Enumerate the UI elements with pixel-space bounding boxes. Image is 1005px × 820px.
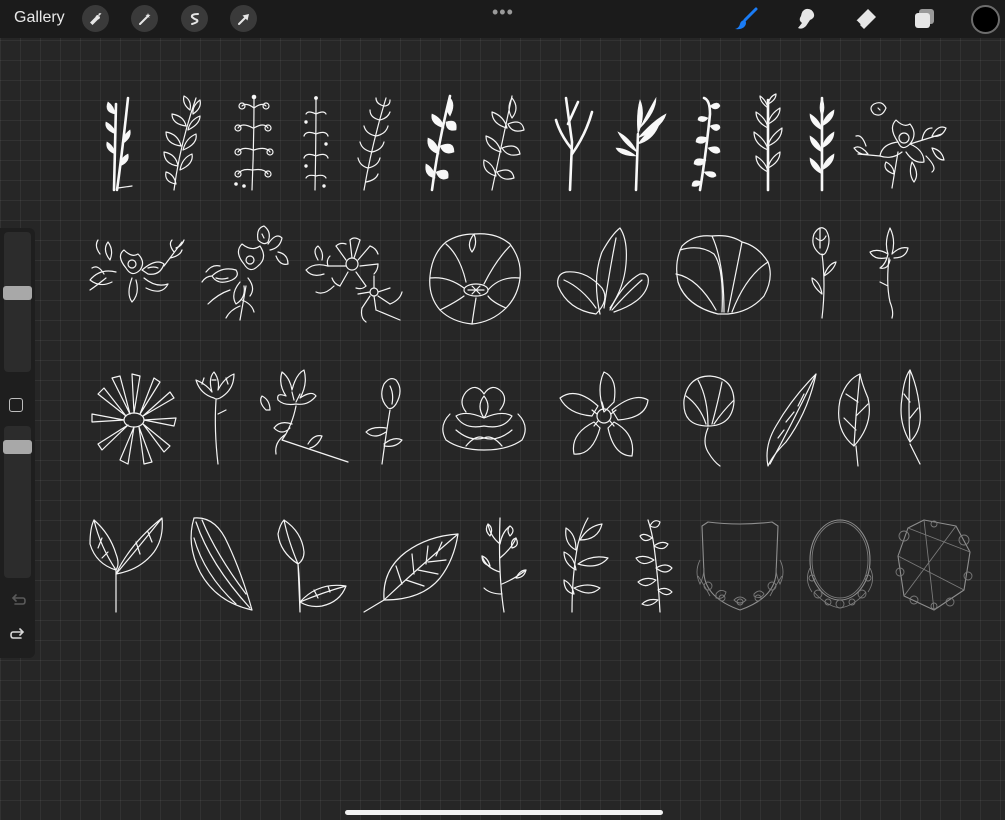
color-swatch[interactable]: [971, 5, 1000, 34]
magic-wand-icon[interactable]: [131, 5, 158, 32]
home-indicator: [345, 810, 663, 815]
tulip-petals-illustration: [557, 227, 649, 315]
eraser-icon[interactable]: [852, 6, 878, 32]
drawing-canvas[interactable]: [0, 38, 1005, 808]
carnation-stem-illustration: [195, 371, 235, 465]
berry-sprig-illustration: [234, 94, 274, 191]
twig-illustration: [554, 96, 594, 192]
top-toolbar: Gallery •••: [0, 0, 1005, 38]
leaf-branch-illustration: [163, 95, 201, 191]
anemone-illustration: [559, 371, 649, 457]
herb-sprig-illustration: [481, 517, 527, 613]
bud-stem-illustration: [365, 378, 403, 465]
magnolia-branch-illustration: [260, 369, 349, 463]
leaf-pair-illustration: [277, 519, 347, 613]
eucalyptus-sprig-illustration: [563, 517, 609, 613]
poppy-bloom-illustration: [429, 233, 521, 325]
gallery-button[interactable]: Gallery: [14, 9, 65, 27]
shield-frame-illustration: [696, 521, 784, 611]
smudge-icon[interactable]: [792, 6, 818, 32]
floral-cluster-illustration: [853, 102, 947, 189]
daisy-illustration: [91, 373, 177, 465]
veined-leaf-illustration: [838, 373, 870, 467]
more-dots-icon[interactable]: •••: [492, 2, 514, 23]
dotted-sprig-illustration: [303, 96, 329, 191]
brush-icon[interactable]: [733, 6, 759, 32]
large-leaf-illustration: [363, 533, 459, 613]
oval-frame-illustration: [807, 519, 873, 609]
daisy-cluster-illustration: [305, 237, 403, 323]
narrow-leaf-branch-illustration: [809, 96, 835, 192]
transform-arrow-icon[interactable]: [230, 5, 257, 32]
closed-bud-illustration: [683, 375, 735, 467]
layers-icon[interactable]: [912, 6, 938, 32]
fern-sprig-illustration: [357, 97, 391, 191]
round-leaf-sprig-illustration: [635, 519, 673, 613]
floral-arrangement-illustration: [89, 239, 185, 303]
floral-bouquet-illustration: [201, 225, 289, 321]
wrench-icon[interactable]: [82, 5, 109, 32]
rose-bud-illustration: [811, 227, 837, 319]
coral-branch-illustration: [615, 96, 667, 192]
geometric-frame-illustration: [895, 519, 973, 611]
bold-leaf-branch-illustration: [425, 94, 457, 192]
long-leaf-illustration: [766, 373, 817, 467]
two-leaves-illustration: [89, 517, 163, 613]
thin-leaf-branch-illustration: [753, 93, 783, 192]
open-petals-illustration: [675, 235, 771, 315]
selection-icon[interactable]: [181, 5, 208, 32]
outlined-leaf-branch-illustration: [483, 95, 525, 191]
peony-illustration: [442, 386, 526, 451]
small-flower-stem-illustration: [869, 227, 909, 319]
slim-leaf-illustration: [900, 369, 921, 465]
big-petal-illustration: [190, 517, 253, 611]
leafy-sprig-illustration: [105, 96, 133, 192]
curly-sprig-illustration: [691, 96, 721, 192]
